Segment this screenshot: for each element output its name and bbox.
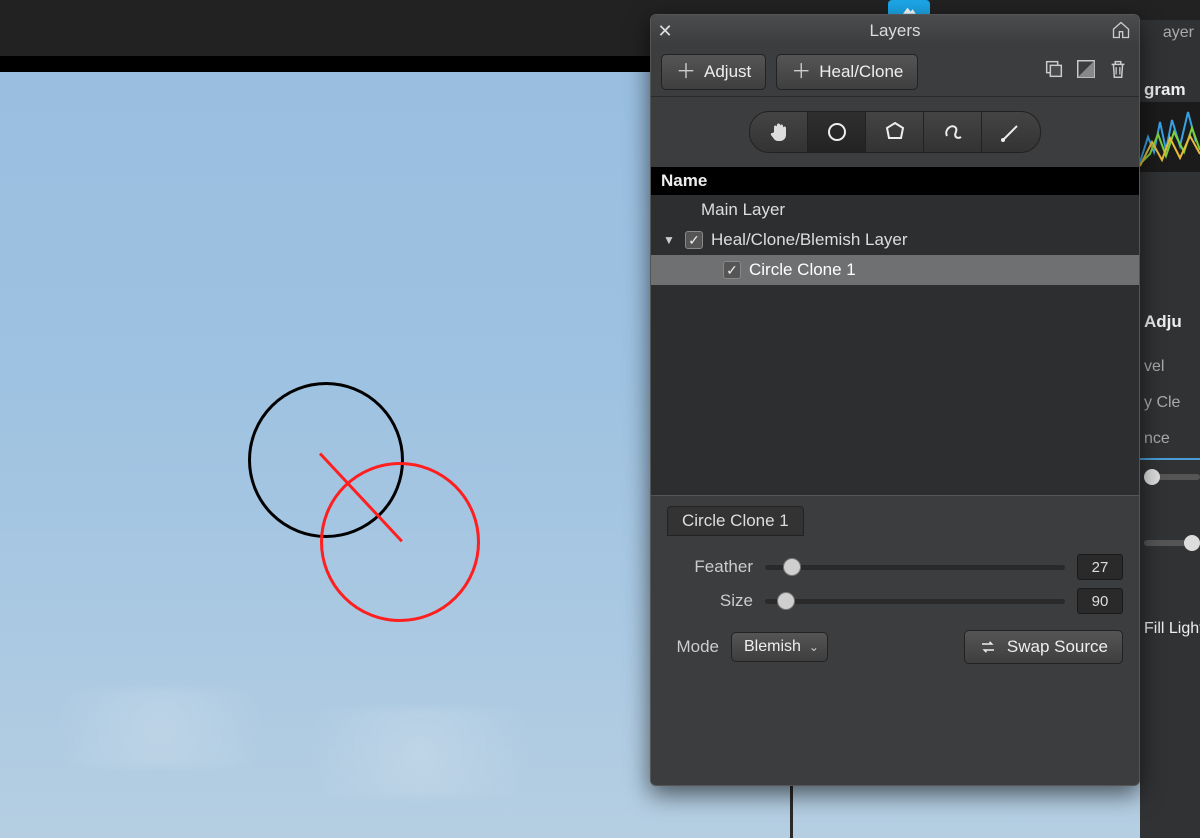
polygon-tool-icon[interactable] [866,112,924,152]
button-label: Adjust [704,62,751,82]
brush-tool-icon[interactable] [982,112,1040,152]
panel-titlebar[interactable]: ✕ Layers [651,15,1139,47]
layer-list: Main Layer ▼ ✓ Heal/Clone/Blemish Layer … [651,195,1139,495]
feather-value[interactable]: 27 [1077,554,1123,580]
layer-row-healclone[interactable]: ▼ ✓ Heal/Clone/Blemish Layer [651,225,1139,255]
size-label: Size [667,591,753,611]
feather-label: Feather [667,557,753,577]
panel-toolbar: ＋ Adjust ＋ Heal/Clone [651,47,1139,97]
properties-section: Circle Clone 1 Feather 27 Size 90 Mode B… [651,495,1139,680]
add-healclone-button[interactable]: ＋ Heal/Clone [776,54,918,90]
layer-row-circle-clone[interactable]: ✓ Circle Clone 1 [651,255,1139,285]
mask-tools [651,97,1139,167]
visibility-checkbox[interactable]: ✓ [685,231,703,249]
mode-select[interactable]: Blemish ⌄ [731,632,828,662]
trash-icon[interactable] [1107,58,1129,85]
histogram-preview [1140,102,1200,172]
size-value[interactable]: 90 [1077,588,1123,614]
cloud [260,708,580,798]
properties-title: Circle Clone 1 [667,506,804,536]
hand-tool-icon[interactable] [750,112,808,152]
button-label: Heal/Clone [819,62,903,82]
layer-label: Heal/Clone/Blemish Layer [711,230,908,250]
sidebar-slider[interactable] [1144,540,1200,546]
layer-label: Main Layer [701,200,785,220]
fill-light-label: Fill Light [1140,616,1200,642]
list-header-name[interactable]: Name [651,167,1139,195]
chevron-down-icon: ⌄ [809,640,819,654]
pole [790,778,793,838]
mode-select-value: Blemish [744,638,801,656]
sidebar-item[interactable]: vel [1140,354,1200,380]
circle-tool-icon[interactable] [808,112,866,152]
visibility-checkbox[interactable]: ✓ [723,261,741,279]
disclosure-triangle-icon[interactable]: ▼ [663,233,677,247]
feather-slider[interactable] [765,558,1065,576]
duplicate-icon[interactable] [1043,58,1065,85]
sidebar-item[interactable]: y Cle [1140,390,1200,416]
layers-panel: ✕ Layers ＋ Adjust ＋ Heal/Clone [650,14,1140,786]
right-sidebar: ayer gram Adju vel y Cle nce Fill Light [1140,20,1200,838]
histogram-title: gram [1140,80,1200,102]
plus-icon: ＋ [676,62,696,82]
compare-icon[interactable] [1075,58,1097,85]
button-label: Swap Source [1007,637,1108,657]
sidebar-separator [1140,458,1200,460]
size-slider[interactable] [765,592,1065,610]
layer-label: Circle Clone 1 [749,260,856,280]
sidebar-tab-label[interactable]: ayer [1157,20,1200,48]
mask-tool-segmented [749,111,1041,153]
freehand-tool-icon[interactable] [924,112,982,152]
panel-title: Layers [651,21,1139,41]
mode-label: Mode [667,637,719,657]
swap-icon [979,638,997,656]
adjustments-title: Adju [1140,312,1200,334]
sidebar-slider[interactable] [1144,474,1200,480]
sidebar-item[interactable]: nce [1140,426,1200,452]
plus-icon: ＋ [791,62,811,82]
add-adjust-button[interactable]: ＋ Adjust [661,54,766,90]
swap-source-button[interactable]: Swap Source [964,630,1123,664]
layer-row-main[interactable]: Main Layer [651,195,1139,225]
home-icon[interactable] [1111,20,1131,40]
